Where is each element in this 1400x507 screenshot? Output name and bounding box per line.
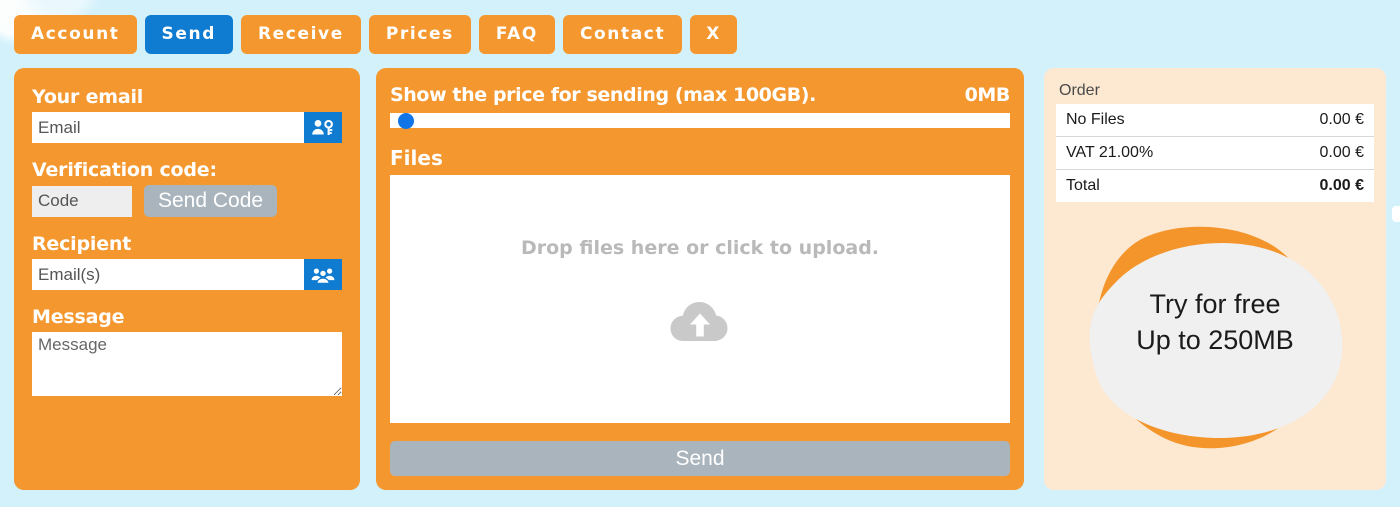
promo-badge: Try for free Up to 250MB [1056, 224, 1374, 454]
order-row-label: VAT 21.00% [1056, 136, 1255, 170]
send-code-button[interactable]: Send Code [144, 185, 278, 218]
verification-label: Verification code: [32, 159, 217, 181]
files-label: Files [390, 146, 443, 170]
send-files-button[interactable]: Send [390, 441, 1010, 476]
user-group-icon-button[interactable] [304, 259, 342, 291]
table-row: No Files 0.00 € [1056, 104, 1374, 137]
user-key-icon-button[interactable] [304, 112, 342, 143]
order-table: No Files 0.00 € VAT 21.00% 0.00 € Total … [1056, 104, 1374, 202]
main-navigation: Account Send Receive Prices FAQ Contact … [14, 15, 737, 54]
size-slider[interactable] [390, 112, 1010, 129]
order-title: Order [1059, 82, 1100, 99]
sender-form-panel: Your email Verification code: [14, 68, 360, 490]
size-readout: 0MB [964, 84, 1011, 106]
user-group-icon [311, 265, 335, 285]
file-dropzone[interactable]: Drop files here or click to upload. [390, 175, 1010, 423]
recipient-label: Recipient [32, 233, 132, 256]
dropzone-hint: Drop files here or click to upload. [520, 237, 880, 259]
upload-panel: Show the price for sending (max 100GB). … [376, 68, 1024, 490]
scroll-indicator[interactable] [1392, 206, 1400, 222]
table-row: VAT 21.00% 0.00 € [1056, 136, 1374, 170]
nav-item-receive[interactable]: Receive [240, 15, 361, 54]
user-key-icon [311, 118, 335, 138]
verification-code-input[interactable] [32, 185, 132, 217]
panels-row: Your email Verification code: [0, 68, 1400, 498]
email-input[interactable] [32, 112, 304, 143]
email-label: Your email [32, 86, 144, 108]
recipient-row [32, 259, 342, 291]
recipient-input[interactable] [32, 259, 304, 291]
nav-item-account[interactable]: Account [14, 15, 137, 54]
verification-row: Send Code [32, 185, 342, 218]
table-row: Total 0.00 € [1056, 169, 1374, 202]
nav-item-prices[interactable]: Prices [368, 15, 471, 54]
email-row [32, 112, 342, 143]
message-textarea[interactable] [32, 332, 342, 397]
nav-item-send[interactable]: Send [144, 15, 233, 54]
order-total-amount: 0.00 € [1254, 169, 1374, 202]
order-row-amount: 0.00 € [1319, 111, 1364, 128]
order-summary-panel: Order No Files 0.00 € VAT 21.00% 0.00 € … [1044, 68, 1386, 490]
nav-item-contact[interactable]: Contact [562, 15, 683, 54]
nav-item-faq[interactable]: FAQ [478, 15, 555, 54]
message-label: Message [32, 306, 125, 329]
order-row-amount: 0.00 € [1254, 136, 1374, 170]
nav-item-close[interactable]: X [690, 15, 737, 54]
promo-blob-graphic [1089, 226, 1343, 449]
order-total-label: Total [1056, 169, 1255, 202]
order-row-label: No Files [1066, 111, 1125, 128]
cloud-upload-icon [666, 291, 734, 352]
size-slider-thumb[interactable] [398, 112, 414, 129]
price-title: Show the price for sending (max 100GB). [390, 84, 816, 106]
price-header: Show the price for sending (max 100GB). … [390, 84, 1010, 106]
